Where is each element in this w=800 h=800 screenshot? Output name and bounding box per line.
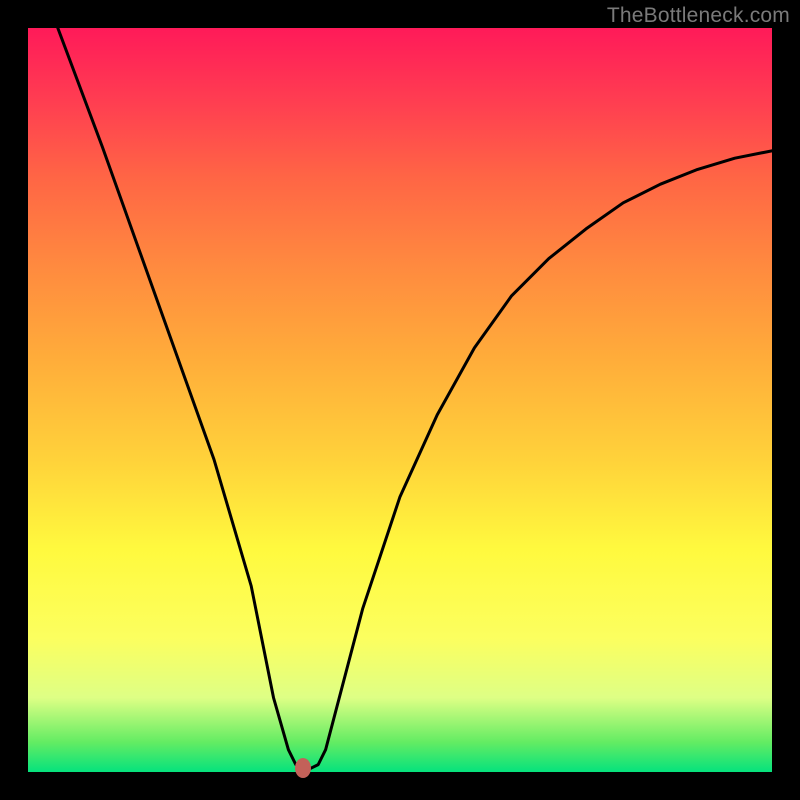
- min-marker: [295, 758, 311, 778]
- bottleneck-curve: [58, 28, 772, 768]
- watermark-text: TheBottleneck.com: [607, 4, 790, 28]
- curve-layer: [28, 28, 772, 772]
- chart-frame: TheBottleneck.com: [0, 0, 800, 800]
- plot-area: [28, 28, 772, 772]
